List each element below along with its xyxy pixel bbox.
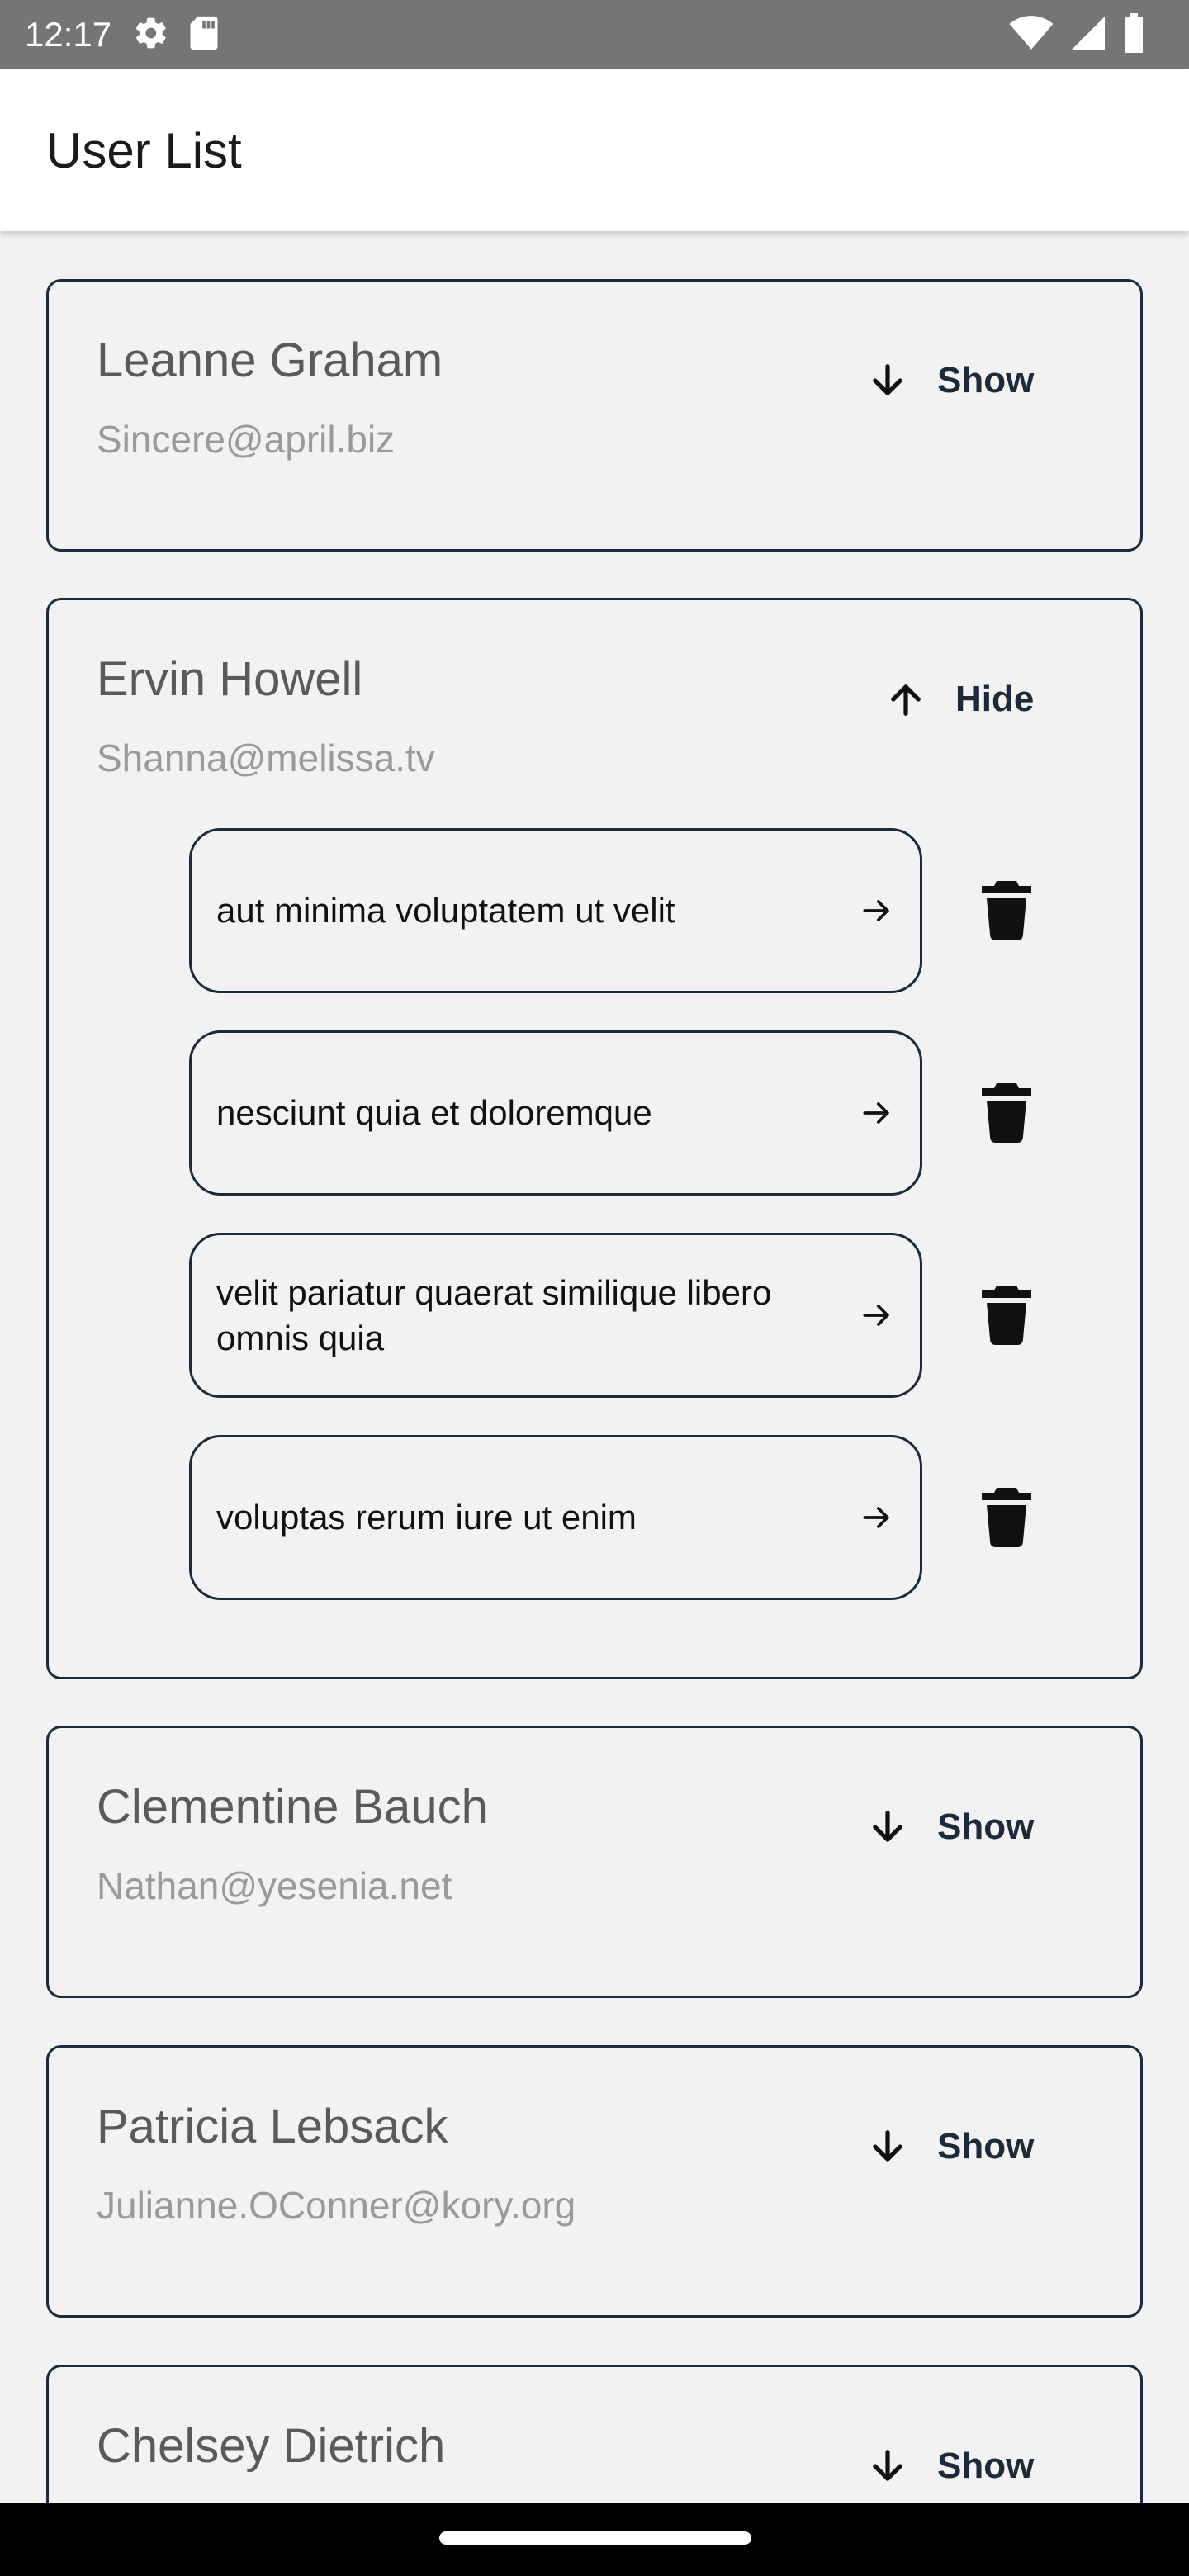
user-card: Ervin Howell Shanna@melissa.tv Hide aut … bbox=[46, 598, 1143, 1679]
post-chip[interactable]: nesciunt quia et doloremque bbox=[189, 1030, 922, 1196]
trash-icon[interactable] bbox=[982, 881, 1031, 940]
gear-icon bbox=[133, 15, 169, 55]
arrow-right-icon bbox=[863, 1102, 889, 1124]
trash-icon[interactable] bbox=[982, 1286, 1031, 1345]
hide-button[interactable]: Hide bbox=[884, 678, 1034, 721]
sd-card-icon bbox=[187, 15, 220, 55]
post-chip[interactable]: velit pariatur quaerat similique libero … bbox=[189, 1233, 922, 1398]
post-chip[interactable]: voluptas rerum iure ut enim bbox=[189, 1435, 922, 1600]
trash-icon[interactable] bbox=[982, 1488, 1031, 1547]
user-card: Clementine Bauch Nathan@yesenia.net Show bbox=[46, 1726, 1143, 1998]
user-card: Patricia Lebsack Julianne.OConner@kory.o… bbox=[46, 2045, 1143, 2318]
toggle-label: Show bbox=[937, 1807, 1035, 1847]
wifi-icon bbox=[1009, 15, 1054, 55]
arrow-right-icon bbox=[863, 1305, 889, 1326]
arrow-right-icon bbox=[863, 1507, 889, 1528]
user-name: Leanne Graham bbox=[97, 334, 443, 387]
user-email: Sincere@april.biz bbox=[97, 418, 396, 461]
user-name: Ervin Howell bbox=[97, 652, 363, 706]
arrow-down-icon bbox=[873, 2130, 902, 2162]
post-title: voluptas rerum iure ut enim bbox=[216, 1498, 637, 1537]
arrow-up-icon bbox=[891, 684, 921, 716]
home-gesture-handle[interactable] bbox=[439, 2531, 751, 2545]
show-button[interactable]: Show bbox=[866, 2445, 1034, 2488]
user-name: Chelsey Dietrich bbox=[97, 2419, 446, 2473]
user-card: Chelsey Dietrich Show bbox=[46, 2365, 1143, 2503]
signal-icon bbox=[1070, 15, 1106, 55]
post-title: velit pariatur quaerat similique libero … bbox=[216, 1272, 772, 1357]
battery-icon bbox=[1123, 12, 1144, 57]
page-title: User List bbox=[46, 122, 242, 178]
arrow-right-icon bbox=[863, 900, 889, 921]
arrow-down-icon bbox=[873, 1811, 902, 1842]
trash-icon[interactable] bbox=[982, 1083, 1031, 1143]
status-time: 12:17 bbox=[25, 15, 112, 54]
user-name: Patricia Lebsack bbox=[97, 2100, 448, 2153]
toggle-label: Show bbox=[937, 2126, 1035, 2166]
user-card: Leanne Graham Sincere@april.biz Show bbox=[46, 279, 1143, 552]
toggle-label: Hide bbox=[955, 679, 1035, 719]
navigation-bar bbox=[0, 2503, 1189, 2576]
post-row: aut minima voluptatem ut velit bbox=[189, 828, 1097, 993]
user-email: Nathan@yesenia.net bbox=[97, 1864, 452, 1907]
show-button[interactable]: Show bbox=[866, 1806, 1034, 1849]
post-title: aut minima voluptatem ut velit bbox=[216, 891, 675, 930]
user-email: Shanna@melissa.tv bbox=[97, 736, 435, 779]
post-row: velit pariatur quaerat similique libero … bbox=[189, 1233, 1097, 1398]
show-button[interactable]: Show bbox=[866, 2125, 1034, 2168]
arrow-down-icon bbox=[873, 364, 902, 395]
post-row: nesciunt quia et doloremque bbox=[189, 1030, 1097, 1196]
status-bar: 12:17 bbox=[0, 0, 1189, 69]
toggle-label: Show bbox=[937, 2446, 1035, 2486]
user-list[interactable]: Leanne Graham Sincere@april.biz Show Erv… bbox=[0, 231, 1189, 2503]
app-bar: User List bbox=[0, 69, 1189, 231]
user-name: Clementine Bauch bbox=[97, 1780, 488, 1834]
show-button[interactable]: Show bbox=[866, 359, 1034, 402]
post-chip[interactable]: aut minima voluptatem ut velit bbox=[189, 828, 922, 993]
toggle-label: Show bbox=[937, 360, 1035, 400]
arrow-down-icon bbox=[873, 2450, 902, 2481]
screen: 12:17 User List Leanne Graham Sincere@ap… bbox=[0, 0, 1189, 2576]
post-row: voluptas rerum iure ut enim bbox=[189, 1435, 1097, 1600]
user-email: Julianne.OConner@kory.org bbox=[97, 2184, 576, 2227]
post-title: nesciunt quia et doloremque bbox=[216, 1093, 652, 1133]
